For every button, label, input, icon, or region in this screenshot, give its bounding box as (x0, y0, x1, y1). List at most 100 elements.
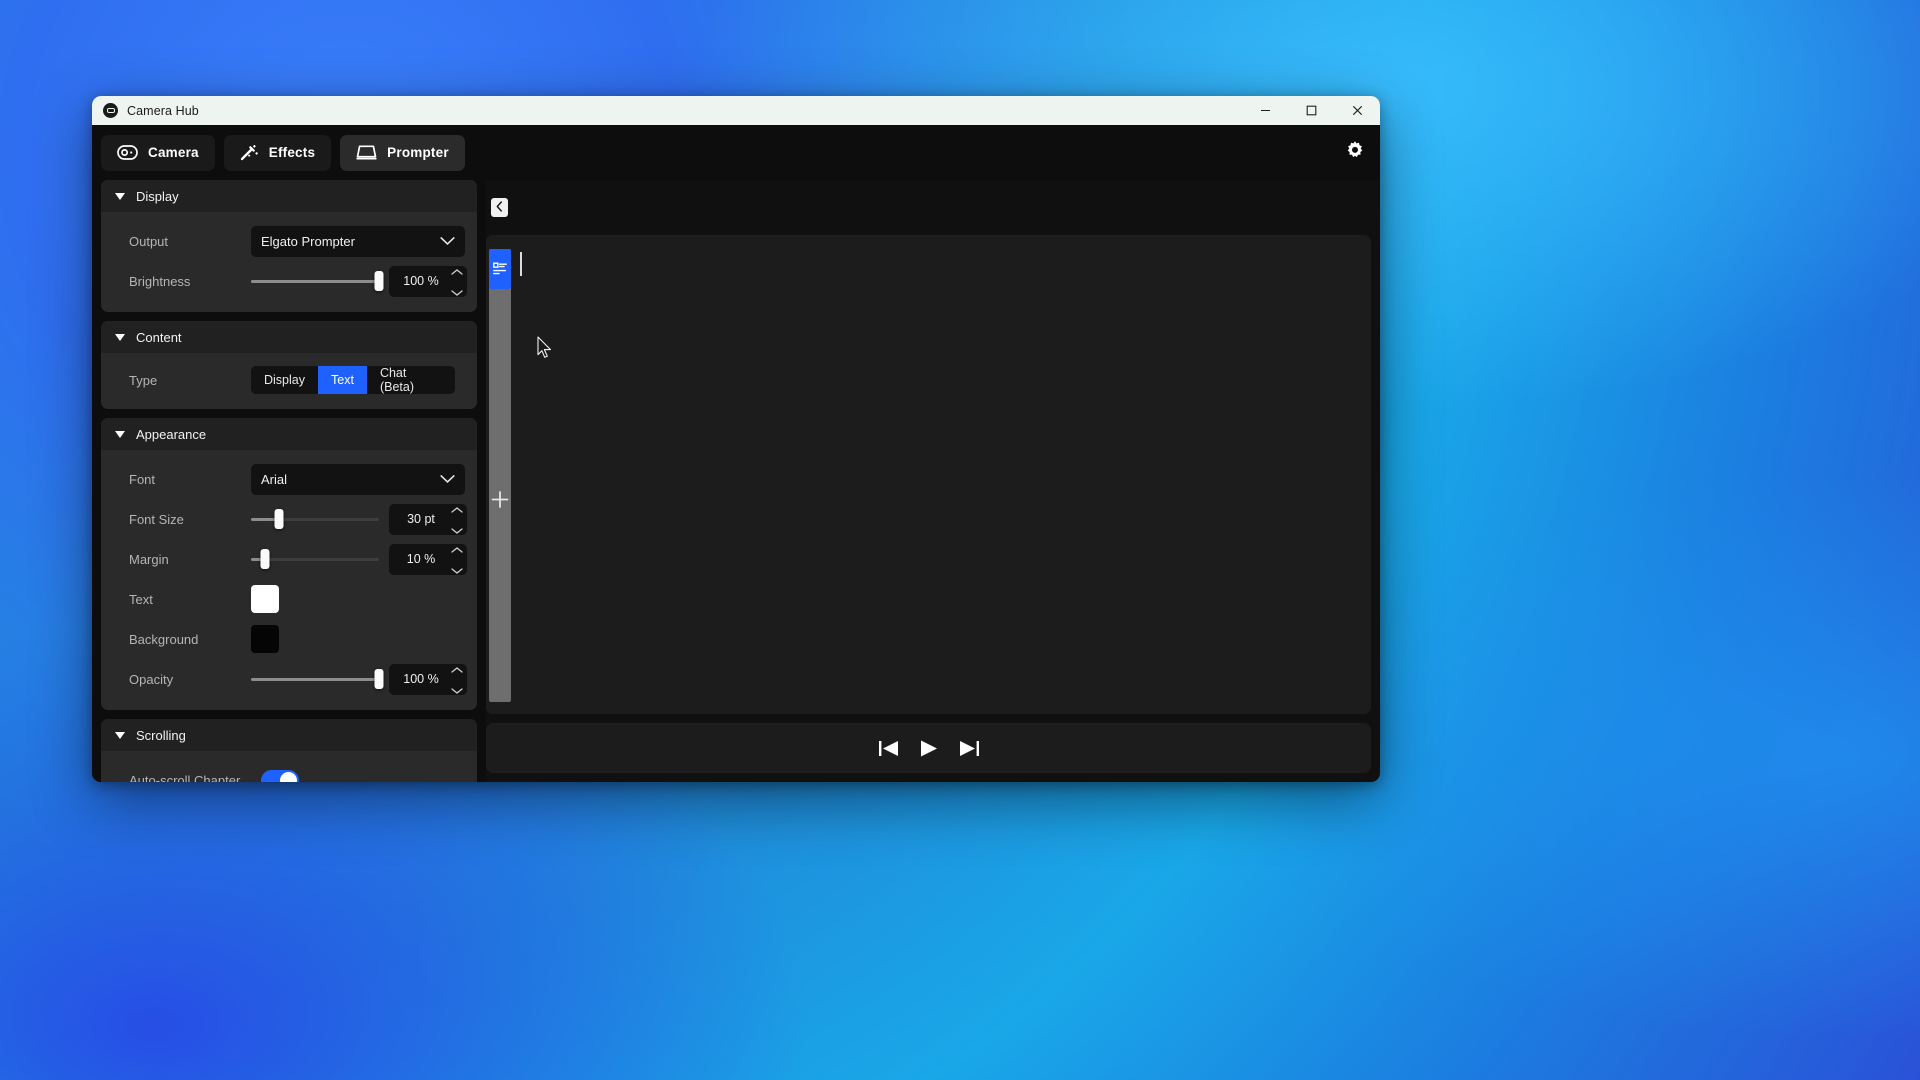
playback-controls (486, 723, 1371, 773)
row-brightness: Brightness 100 % (101, 261, 477, 301)
chevron-down-icon[interactable] (451, 521, 463, 539)
slider-thumb[interactable] (274, 509, 284, 529)
title-bar: Camera Hub (92, 96, 1380, 125)
group-scrolling: Scrolling Auto-scroll Chapter Scroll Spe… (101, 719, 477, 782)
script-document-icon[interactable] (489, 249, 511, 289)
chevron-up-icon[interactable] (451, 660, 463, 678)
chevron-up-icon[interactable] (451, 262, 463, 280)
row-auto-scroll: Auto-scroll Chapter (101, 760, 477, 782)
group-display-title: Display (136, 188, 179, 204)
skip-previous-icon[interactable] (878, 739, 900, 758)
row-background-color: Background (101, 619, 477, 659)
text-color-swatch[interactable] (251, 585, 279, 613)
chevron-down-icon[interactable] (451, 681, 463, 699)
group-scrolling-header[interactable]: Scrolling (101, 719, 477, 751)
output-label: Output (129, 233, 169, 249)
prompter-icon (356, 144, 377, 161)
minimize-icon[interactable] (1242, 96, 1288, 125)
maximize-icon[interactable] (1288, 96, 1334, 125)
camera-hub-window: Camera Hub Camera Effects Prompter Displ… (92, 96, 1380, 782)
plus-icon (491, 491, 509, 512)
group-content-title: Content (136, 329, 182, 345)
brightness-slider[interactable] (251, 271, 384, 291)
prompter-settings-panel: Display Output Elgato Prompter Brightnes… (92, 180, 486, 782)
slider-fill (251, 279, 379, 283)
row-opacity: Opacity 100 % (101, 659, 477, 699)
camera-hub-icon (103, 103, 118, 118)
group-scrolling-title: Scrolling (136, 727, 186, 743)
script-list-strip (486, 235, 522, 714)
slider-fill (251, 677, 379, 681)
stepper-arrows (451, 544, 463, 575)
script-editor-stage (486, 235, 1371, 714)
margin-label: Margin (129, 551, 169, 567)
group-appearance-title: Appearance (136, 426, 207, 442)
group-display-header[interactable]: Display (101, 180, 477, 212)
group-display: Display Output Elgato Prompter Brightnes… (101, 180, 477, 312)
row-output: Output Elgato Prompter (101, 221, 477, 261)
window-title: Camera Hub (127, 103, 199, 118)
opacity-stepper[interactable]: 100 % (389, 663, 467, 695)
font-size-slider[interactable] (251, 509, 379, 529)
output-select[interactable]: Elgato Prompter (251, 225, 465, 257)
auto-scroll-toggle[interactable] (261, 769, 299, 782)
chevron-down-icon (440, 472, 455, 487)
tab-camera[interactable]: Camera (101, 134, 215, 171)
prompter-preview-panel (486, 180, 1380, 782)
slider-thumb[interactable] (260, 549, 270, 569)
tab-effects[interactable]: Effects (223, 134, 332, 171)
preview-toolbar (486, 180, 1371, 235)
auto-scroll-label: Auto-scroll Chapter (129, 772, 241, 783)
main-tab-bar: Camera Effects Prompter (92, 125, 1380, 180)
script-strip-scrollbar[interactable] (489, 249, 511, 702)
gear-icon[interactable] (1345, 140, 1365, 165)
add-script-button[interactable] (491, 491, 509, 513)
stepper-arrows (451, 266, 463, 297)
background-color-swatch[interactable] (251, 625, 279, 653)
chevron-up-icon[interactable] (451, 540, 463, 558)
group-content-header[interactable]: Content (101, 321, 477, 353)
brightness-stepper[interactable]: 100 % (389, 265, 467, 297)
chevron-up-icon[interactable] (451, 500, 463, 518)
margin-slider[interactable] (251, 549, 379, 569)
tab-camera-label: Camera (148, 145, 199, 160)
type-label: Type (129, 372, 158, 388)
margin-stepper[interactable]: 10 % (389, 543, 467, 575)
chevron-down-icon (115, 731, 125, 739)
text-caret (520, 252, 522, 276)
row-type: Type Display Text Chat (Beta) (101, 360, 477, 400)
tab-prompter[interactable]: Prompter (340, 134, 465, 171)
type-option-chat[interactable]: Chat (Beta) (367, 366, 455, 394)
chevron-down-icon[interactable] (451, 283, 463, 301)
group-appearance: Appearance Font Arial Font Size 30 pt Ma… (101, 418, 477, 710)
row-text-color: Text (101, 579, 477, 619)
magic-wand-icon (240, 144, 259, 161)
text-color-label: Text (129, 591, 153, 607)
stepper-arrows (451, 664, 463, 695)
script-text-area[interactable] (514, 235, 1371, 714)
close-icon[interactable] (1334, 96, 1380, 125)
row-font: Font Arial (101, 459, 477, 499)
chevron-down-icon (115, 192, 125, 200)
type-option-display[interactable]: Display (251, 366, 318, 394)
group-content: Content Type Display Text Chat (Beta) (101, 321, 477, 409)
chevron-down-icon[interactable] (451, 561, 463, 579)
tab-effects-label: Effects (268, 145, 316, 160)
slider-thumb[interactable] (374, 271, 384, 291)
font-size-stepper[interactable]: 30 pt (389, 503, 467, 535)
camera-icon (117, 145, 138, 160)
skip-next-icon[interactable] (958, 739, 980, 758)
font-select[interactable]: Arial (251, 463, 465, 495)
collapse-panel-button[interactable] (491, 198, 508, 217)
group-appearance-header[interactable]: Appearance (101, 418, 477, 450)
stepper-arrows (451, 504, 463, 535)
slider-thumb[interactable] (374, 669, 384, 689)
opacity-slider[interactable] (251, 669, 384, 689)
opacity-label: Opacity (129, 671, 174, 687)
slider-track (251, 557, 379, 561)
play-icon[interactable] (919, 739, 939, 758)
mouse-cursor (537, 336, 553, 364)
output-value: Elgato Prompter (261, 233, 355, 249)
type-option-text[interactable]: Text (318, 366, 367, 394)
window-controls (1242, 96, 1380, 125)
